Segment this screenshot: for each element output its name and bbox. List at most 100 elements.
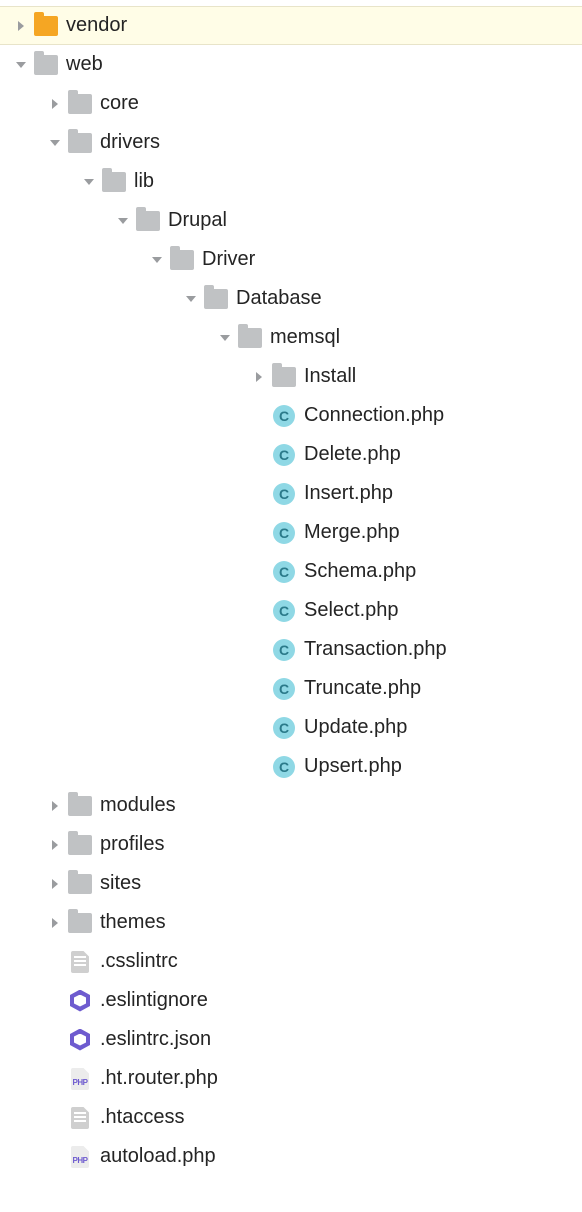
tree-item-label: themes: [100, 911, 166, 934]
class-file-icon: C: [272, 755, 296, 779]
tree-row[interactable]: web: [0, 45, 582, 84]
folder-icon: [68, 794, 92, 818]
tree-row[interactable]: Database: [0, 279, 582, 318]
tree-item-label: Select.php: [304, 599, 399, 622]
folder-icon: [102, 170, 126, 194]
tree-item-label: Transaction.php: [304, 638, 447, 661]
chevron-down-icon[interactable]: [80, 173, 98, 191]
php-file-icon: PHP: [68, 1145, 92, 1169]
tree-row[interactable]: Driver: [0, 240, 582, 279]
tree-row[interactable]: C Select.php: [0, 591, 582, 630]
tree-item-label: Database: [236, 287, 322, 310]
tree-item-label: core: [100, 92, 139, 115]
class-file-icon: C: [272, 521, 296, 545]
folder-icon: [238, 326, 262, 350]
tree-item-label: memsql: [270, 326, 340, 349]
tree-item-label: sites: [100, 872, 141, 895]
config-file-icon: [68, 1106, 92, 1130]
folder-icon: [34, 53, 58, 77]
tree-item-label: .eslintrc.json: [100, 1028, 211, 1051]
tree-row[interactable]: C Insert.php: [0, 474, 582, 513]
tree-row[interactable]: CUpdate.php: [0, 708, 582, 747]
tree-item-label: profiles: [100, 833, 164, 856]
tree-row[interactable]: C Schema.php: [0, 552, 582, 591]
tree-row[interactable]: PHP .ht.router.php: [0, 1059, 582, 1098]
tree-item-label: Driver: [202, 248, 255, 271]
class-file-icon: C: [272, 560, 296, 584]
folder-icon: [68, 833, 92, 857]
folder-icon: [34, 14, 58, 38]
folder-icon: [68, 911, 92, 935]
tree-item-label: Install: [304, 365, 356, 388]
tree-item-label: .htaccess: [100, 1106, 184, 1129]
chevron-right-icon[interactable]: [250, 368, 268, 386]
tree-item-label: .ht.router.php: [100, 1067, 218, 1090]
tree-item-label: Delete.php: [304, 443, 401, 466]
tree-row[interactable]: Drupal: [0, 201, 582, 240]
class-file-icon: C: [272, 404, 296, 428]
tree-row[interactable]: lib: [0, 162, 582, 201]
class-file-icon: C: [272, 599, 296, 623]
tree-row[interactable]: modules: [0, 786, 582, 825]
config-file-icon: [68, 950, 92, 974]
chevron-down-icon[interactable]: [114, 212, 132, 230]
class-file-icon: C: [272, 716, 296, 740]
eslint-file-icon: [68, 989, 92, 1013]
tree-row[interactable]: CTruncate.php: [0, 669, 582, 708]
eslint-file-icon: [68, 1028, 92, 1052]
chevron-right-icon[interactable]: [12, 17, 30, 35]
chevron-right-icon[interactable]: [46, 95, 64, 113]
tree-row[interactable]: profiles: [0, 825, 582, 864]
tree-row[interactable]: memsql: [0, 318, 582, 357]
tree-row[interactable]: C Delete.php: [0, 435, 582, 474]
tree-row[interactable]: .htaccess: [0, 1098, 582, 1137]
tree-row[interactable]: vendor: [0, 6, 582, 45]
tree-row[interactable]: .eslintrc.json: [0, 1020, 582, 1059]
tree-item-label: Drupal: [168, 209, 227, 232]
php-file-icon: PHP: [68, 1067, 92, 1091]
folder-icon: [204, 287, 228, 311]
project-tree[interactable]: vendor web core drivers lib Drupal Driver Datab…: [0, 0, 582, 1186]
tree-row[interactable]: Install: [0, 357, 582, 396]
chevron-right-icon[interactable]: [46, 836, 64, 854]
tree-item-label: lib: [134, 170, 154, 193]
folder-icon: [68, 872, 92, 896]
tree-item-label: modules: [100, 794, 176, 817]
tree-item-label: Schema.php: [304, 560, 416, 583]
class-file-icon: C: [272, 482, 296, 506]
tree-row[interactable]: .eslintignore: [0, 981, 582, 1020]
tree-row[interactable]: drivers: [0, 123, 582, 162]
tree-item-label: autoload.php: [100, 1145, 216, 1168]
tree-item-label: drivers: [100, 131, 160, 154]
folder-icon: [68, 131, 92, 155]
folder-icon: [136, 209, 160, 233]
chevron-down-icon[interactable]: [12, 56, 30, 74]
tree-item-label: vendor: [66, 14, 127, 37]
tree-item-label: Insert.php: [304, 482, 393, 505]
chevron-down-icon[interactable]: [46, 134, 64, 152]
chevron-down-icon[interactable]: [216, 329, 234, 347]
tree-item-label: web: [66, 53, 103, 76]
tree-item-label: Merge.php: [304, 521, 400, 544]
tree-row[interactable]: sites: [0, 864, 582, 903]
folder-icon: [68, 92, 92, 116]
tree-row[interactable]: CTransaction.php: [0, 630, 582, 669]
tree-row[interactable]: core: [0, 84, 582, 123]
chevron-down-icon[interactable]: [182, 290, 200, 308]
tree-item-label: .eslintignore: [100, 989, 208, 1012]
folder-icon: [170, 248, 194, 272]
tree-item-label: .csslintrc: [100, 950, 178, 973]
tree-row[interactable]: CUpsert.php: [0, 747, 582, 786]
tree-row[interactable]: themes: [0, 903, 582, 942]
tree-row[interactable]: .csslintrc: [0, 942, 582, 981]
class-file-icon: C: [272, 443, 296, 467]
folder-icon: [272, 365, 296, 389]
chevron-down-icon[interactable]: [148, 251, 166, 269]
tree-row[interactable]: PHP autoload.php: [0, 1137, 582, 1176]
chevron-right-icon[interactable]: [46, 914, 64, 932]
chevron-right-icon[interactable]: [46, 797, 64, 815]
tree-row[interactable]: C Connection.php: [0, 396, 582, 435]
tree-row[interactable]: C Merge.php: [0, 513, 582, 552]
chevron-right-icon[interactable]: [46, 875, 64, 893]
tree-item-label: Connection.php: [304, 404, 444, 427]
